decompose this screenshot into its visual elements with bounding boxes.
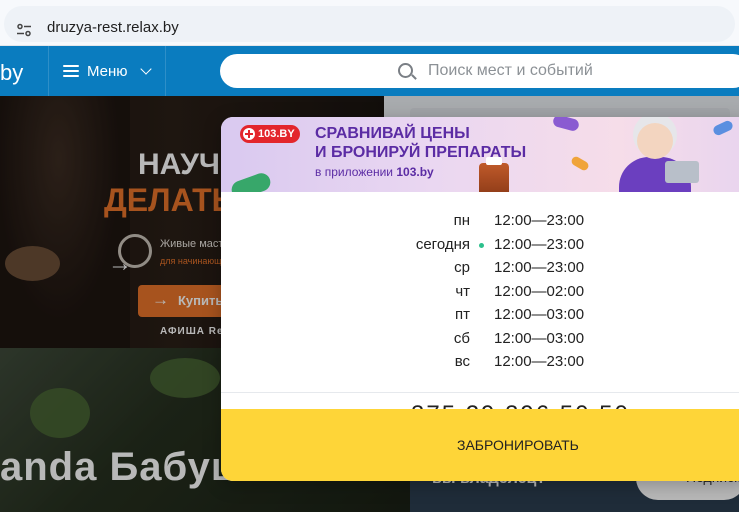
- browser-address-bar: druzya-rest.relax.by: [0, 0, 739, 46]
- hours-time: 12:00—23:00: [494, 236, 585, 253]
- hours-time: 12:00—03:00: [494, 330, 585, 347]
- hours-day: сегодня: [415, 236, 470, 253]
- book-button[interactable]: ЗАБРОНИРОВАТЬ: [221, 409, 739, 481]
- menu-button[interactable]: Меню: [48, 46, 166, 96]
- hours-modal: 103.BY СРАВНИВАЙ ЦЕНЫ И БРОНИРУЙ ПРЕПАРА…: [221, 117, 739, 481]
- hours-day: вс: [454, 353, 470, 370]
- ad-subtitle: в приложении 103.by: [315, 165, 434, 179]
- hours-day: сб: [453, 330, 470, 347]
- site-logo[interactable]: by: [0, 60, 23, 86]
- pill-decor: [229, 170, 273, 192]
- medical-cross-icon: [243, 128, 255, 140]
- search-input[interactable]: Поиск мест и событий: [220, 54, 739, 88]
- hours-row-today: сегодня 12:00—23:00: [221, 236, 739, 258]
- medicine-bottle-image: [479, 157, 509, 192]
- hours-time: 12:00—03:00: [494, 306, 585, 323]
- hours-day: чт: [455, 283, 470, 300]
- menu-label: Меню: [87, 62, 128, 80]
- url-text[interactable]: druzya-rest.relax.by: [47, 19, 179, 36]
- grandma-illustration: [619, 121, 709, 192]
- ad-banner[interactable]: 103.BY СРАВНИВАЙ ЦЕНЫ И БРОНИРУЙ ПРЕПАРА…: [221, 117, 739, 192]
- hours-day: ср: [454, 259, 470, 276]
- hours-row: чт 12:00—02:00: [221, 283, 739, 305]
- search-icon: [398, 63, 413, 78]
- hours-time: 12:00—23:00: [494, 212, 585, 229]
- pill-decor: [569, 155, 591, 172]
- hours-time: 12:00—02:00: [494, 283, 585, 300]
- url-field[interactable]: druzya-rest.relax.by: [4, 6, 735, 42]
- ad-logo: 103.BY: [240, 125, 300, 143]
- ad-sub-prefix: в приложении: [315, 165, 393, 179]
- hours-row: вс 12:00—23:00: [221, 353, 739, 375]
- hours-row: пт 12:00—03:00: [221, 306, 739, 328]
- chevron-down-icon: [139, 63, 152, 75]
- ad-sub-brand: 103.by: [396, 165, 434, 179]
- today-indicator-icon: [479, 243, 484, 248]
- site-info-icon[interactable]: [16, 22, 32, 38]
- hours-day: пт: [455, 306, 470, 323]
- hours-time: 12:00—23:00: [494, 353, 585, 370]
- search-placeholder: Поиск мест и событий: [428, 62, 593, 79]
- hours-row: сб 12:00—03:00: [221, 330, 739, 352]
- ad-title-1: СРАВНИВАЙ ЦЕНЫ: [315, 125, 470, 142]
- pill-decor: [711, 119, 735, 137]
- hours-row: пн 12:00—23:00: [221, 212, 739, 234]
- hours-row: ср 12:00—23:00: [221, 259, 739, 281]
- ad-logo-text: 103.BY: [258, 128, 295, 140]
- site-header: by Меню Поиск мест и событий: [0, 46, 739, 96]
- laptop-icon: [665, 161, 699, 183]
- divider: [221, 392, 739, 393]
- hours-time: 12:00—23:00: [494, 259, 585, 276]
- hamburger-icon: [63, 65, 79, 77]
- hours-day: пн: [453, 212, 470, 229]
- pill-decor: [551, 117, 581, 133]
